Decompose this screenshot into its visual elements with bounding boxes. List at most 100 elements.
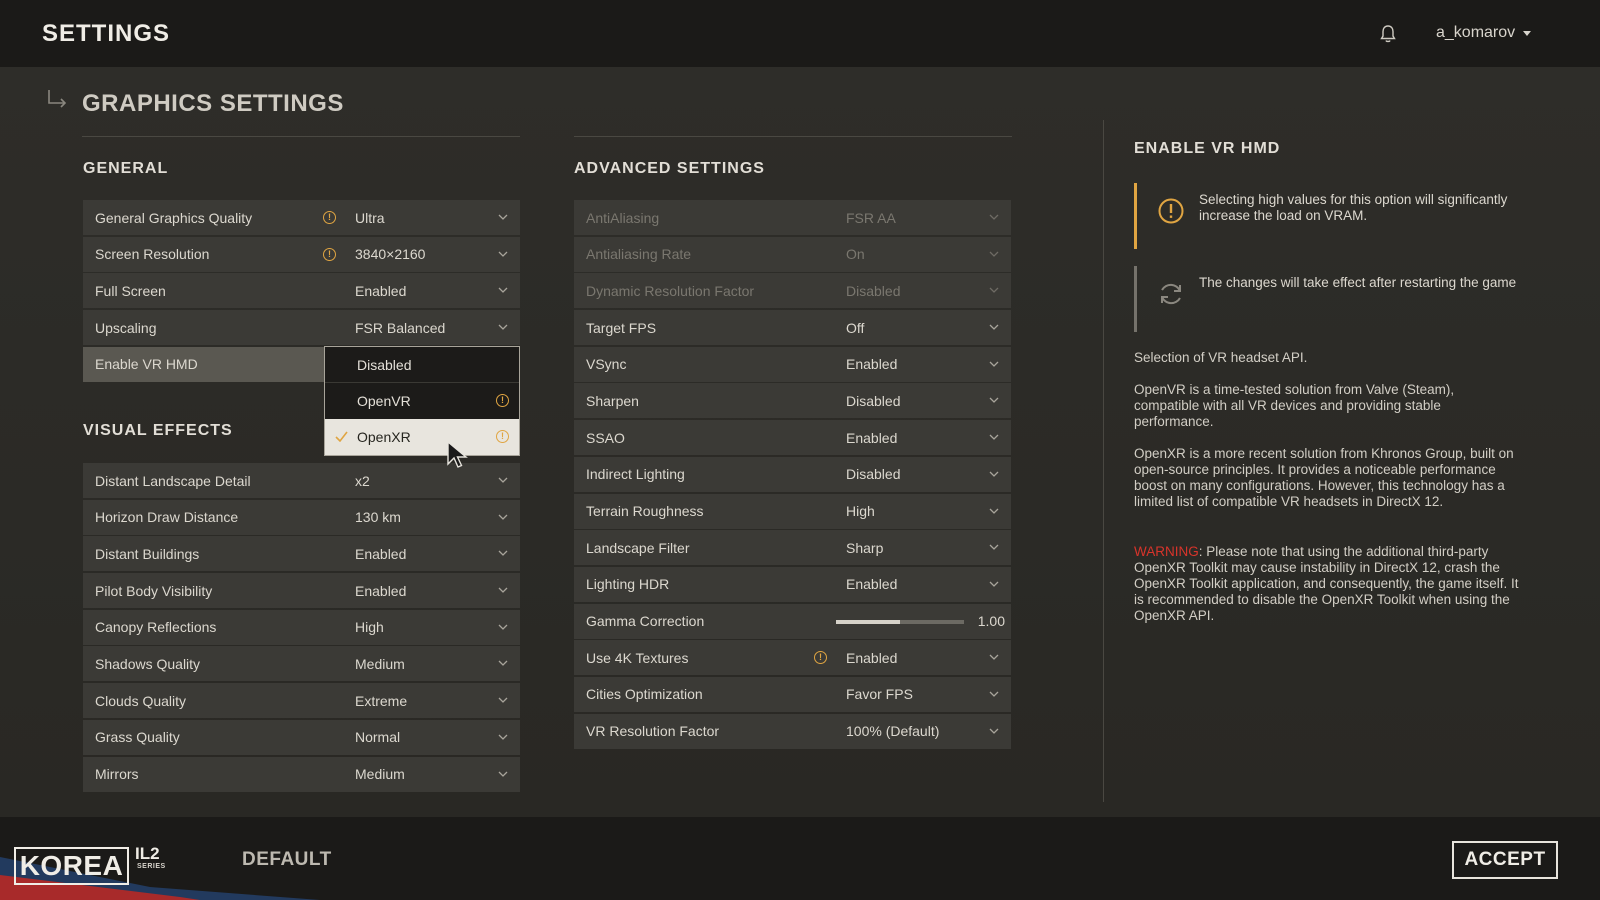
setting-row-vr-resolution-factor[interactable]: VR Resolution Factor 100% (Default)	[574, 713, 1011, 749]
setting-row-target-fps[interactable]: Target FPS Off	[574, 310, 1011, 346]
vr-hmd-dropdown[interactable]: Disabled OpenVR ! OpenXR !	[324, 346, 520, 456]
chevron-down-icon	[989, 544, 999, 551]
setting-label: Target FPS	[586, 319, 657, 336]
setting-row-antialiasing-rate[interactable]: Antialiasing Rate On	[574, 236, 1011, 272]
username: a_komarov	[1436, 24, 1516, 41]
restart-note-text: The changes will take effect after resta…	[1199, 275, 1517, 290]
setting-value: Enabled	[846, 649, 898, 666]
setting-value: Normal	[355, 729, 401, 746]
setting-row-cities-optimization[interactable]: Cities Optimization Favor FPS	[574, 676, 1011, 712]
accept-button[interactable]: ACCEPT	[1452, 841, 1558, 879]
setting-label: Canopy Reflections	[95, 619, 217, 636]
setting-row-vsync[interactable]: VSync Enabled	[574, 346, 1011, 382]
info-icon: !	[323, 247, 336, 261]
advanced-settings-table: AntiAliasing FSR AA Antialiasing Rate On Dyn…	[574, 200, 1011, 750]
chevron-down-icon	[498, 734, 508, 740]
setting-value: 100% (Default)	[846, 723, 940, 740]
setting-row-screen-resolution[interactable]: Screen Resolution! 3840×2160	[83, 236, 520, 272]
setting-row-mirrors[interactable]: Mirrors Medium	[83, 756, 520, 792]
setting-row-canopy-reflections[interactable]: Canopy Reflections High	[83, 609, 520, 645]
series-logo-caption: SERIES	[137, 863, 166, 870]
setting-label: General Graphics Quality	[95, 209, 253, 226]
setting-row-distant-buildings[interactable]: Distant Buildings Enabled	[83, 536, 520, 572]
setting-row-use-4k-textures[interactable]: Use 4K Textures! Enabled	[574, 640, 1011, 676]
setting-value: High	[355, 619, 384, 636]
setting-row-terrain-roughness[interactable]: Terrain Roughness High	[574, 493, 1011, 529]
setting-row-dynamic-resolution-factor[interactable]: Dynamic Resolution Factor Disabled	[574, 273, 1011, 309]
setting-row-shadows-quality[interactable]: Shadows Quality Medium	[83, 646, 520, 682]
setting-row-gamma-correction[interactable]: Gamma Correction 1.00	[574, 603, 1011, 639]
setting-value: Medium	[355, 766, 405, 782]
chevron-down-icon	[989, 324, 999, 330]
setting-label: AntiAliasing	[586, 209, 660, 226]
chevron-down-icon	[989, 397, 999, 404]
setting-row-full-screen[interactable]: Full Screen Enabled	[83, 273, 520, 309]
setting-value: Enabled	[355, 282, 407, 299]
chevron-down-icon	[498, 287, 508, 294]
setting-row-general-graphics-quality[interactable]: General Graphics Quality! Ultra	[83, 200, 520, 235]
divider	[82, 136, 520, 137]
chevron-down-icon	[498, 324, 508, 330]
chevron-down-icon	[989, 214, 999, 220]
warning-circle-icon	[1158, 198, 1184, 224]
setting-value: On	[846, 246, 865, 263]
chevron-down-icon	[498, 771, 508, 777]
mouse-cursor-icon	[447, 440, 468, 468]
warning-note: Selecting high values for this option wi…	[1134, 183, 1524, 249]
user-menu[interactable]: a_komarov	[1436, 24, 1532, 42]
divider	[1103, 120, 1104, 802]
help-paragraph: OpenXR is a more recent solution from Kh…	[1134, 446, 1514, 509]
setting-row-lighting-hdr[interactable]: Lighting HDR Enabled	[574, 566, 1011, 602]
breadcrumb-arrow-icon[interactable]	[46, 88, 68, 110]
setting-row-antialiasing[interactable]: AntiAliasing FSR AA	[574, 200, 1011, 235]
setting-row-horizon-draw-distance[interactable]: Horizon Draw Distance 130 km	[83, 499, 520, 535]
setting-value: Enabled	[355, 582, 407, 599]
setting-row-landscape-filter[interactable]: Landscape Filter Sharp	[574, 530, 1011, 566]
chevron-down-icon	[989, 361, 999, 367]
setting-row-grass-quality[interactable]: Grass Quality Normal	[83, 719, 520, 755]
setting-label: Clouds Quality	[95, 692, 187, 709]
setting-label: Distant Buildings	[95, 545, 200, 562]
dropdown-option-disabled[interactable]: Disabled	[325, 347, 519, 383]
setting-label: Mirrors	[95, 766, 139, 782]
series-logo: IL2	[135, 844, 160, 863]
info-icon: !	[323, 211, 336, 224]
setting-row-pilot-body-visibility[interactable]: Pilot Body Visibility Enabled	[83, 573, 520, 609]
help-paragraph: Selection of VR headset API.	[1134, 350, 1308, 365]
setting-value: Medium	[355, 655, 405, 672]
help-warning-paragraph: WARNING: Please note that using the addi…	[1134, 544, 1520, 624]
setting-label: Enable VR HMD	[95, 356, 198, 373]
chevron-down-icon	[989, 728, 999, 734]
setting-row-sharpen[interactable]: Sharpen Disabled	[574, 383, 1011, 419]
setting-row-upscaling[interactable]: Upscaling FSR Balanced	[83, 310, 520, 346]
chevron-down-icon	[498, 477, 508, 483]
setting-label: Grass Quality	[95, 729, 180, 746]
checkmark-icon	[335, 431, 348, 442]
setting-label: Indirect Lighting	[586, 466, 685, 483]
setting-label: Distant Landscape Detail	[95, 472, 251, 489]
dropdown-option-label: OpenXR	[357, 429, 411, 445]
info-icon: !	[496, 394, 509, 407]
chevron-down-icon	[498, 214, 508, 220]
default-button[interactable]: DEFAULT	[242, 849, 332, 871]
help-title: ENABLE VR HMD	[1134, 140, 1281, 157]
setting-row-indirect-lighting[interactable]: Indirect Lighting Disabled	[574, 456, 1011, 492]
chevron-down-icon	[498, 660, 508, 667]
setting-label: VSync	[586, 356, 627, 373]
setting-value: Enabled	[355, 545, 407, 562]
setting-label: Shadows Quality	[95, 655, 201, 672]
dropdown-option-openvr[interactable]: OpenVR !	[325, 383, 519, 419]
setting-label: Screen Resolution	[95, 246, 210, 263]
setting-row-clouds-quality[interactable]: Clouds Quality Extreme	[83, 683, 520, 719]
gamma-slider[interactable]	[836, 619, 964, 624]
dropdown-option-openxr[interactable]: OpenXR !	[325, 419, 519, 455]
chevron-down-icon	[498, 697, 508, 704]
chevron-down-icon	[989, 508, 999, 514]
bell-icon[interactable]	[1378, 24, 1398, 44]
setting-value: Enabled	[846, 576, 898, 593]
setting-label: Dynamic Resolution Factor	[586, 282, 755, 299]
setting-row-ssao[interactable]: SSAO Enabled	[574, 420, 1011, 456]
setting-value: 3840×2160	[355, 246, 426, 263]
setting-label: VR Resolution Factor	[586, 723, 720, 740]
setting-label: Sharpen	[586, 392, 639, 409]
